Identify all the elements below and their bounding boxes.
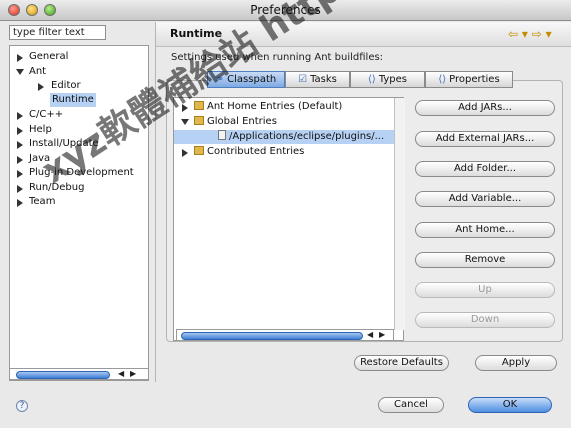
expand-plugin-development-icon[interactable] [17, 170, 23, 178]
classpath-tree[interactable]: Ant Home Entries (Default) Global Entrie… [173, 97, 404, 341]
nav-item-team[interactable]: Team [29, 195, 55, 209]
nav-item-runtime[interactable]: Runtime [50, 93, 96, 107]
expand-run-debug-icon[interactable] [17, 185, 23, 193]
nav-item-java[interactable]: Java [29, 152, 50, 166]
expand-install-update-icon[interactable] [17, 141, 23, 149]
collapse-ant-icon[interactable] [16, 69, 24, 75]
expand-ant-home-entries-icon[interactable] [182, 104, 188, 112]
add-external-jars-button[interactable]: Add External JARs... [415, 131, 555, 147]
page-title: Runtime [170, 27, 223, 40]
down-button[interactable]: Down [415, 312, 555, 328]
classpath-entry-icon [194, 146, 204, 155]
expand-editor-icon[interactable] [38, 83, 44, 91]
tab-types[interactable]: ⟨⟩ Types [350, 71, 425, 88]
nav-scroll-thumb[interactable] [16, 371, 110, 379]
add-folder-button[interactable]: Add Folder... [415, 161, 555, 177]
nav-item-general[interactable]: General [29, 50, 68, 64]
window-title: Preferences [250, 3, 321, 17]
up-button[interactable]: Up [415, 282, 555, 298]
ant-home-button[interactable]: Ant Home... [415, 222, 555, 238]
tab-tasks[interactable]: ☑ Tasks [285, 71, 350, 88]
page-description: Settings used when running Ant buildfile… [171, 52, 384, 63]
remove-button[interactable]: Remove [415, 252, 555, 268]
scroll-right-icon[interactable]: ▶ [379, 330, 385, 340]
restore-defaults-button[interactable]: Restore Defaults [354, 355, 449, 371]
title-bar: Preferences [0, 0, 571, 21]
types-icon: ⟨⟩ [368, 74, 376, 85]
tree-item-contributed-entries[interactable]: Contributed Entries [194, 145, 304, 159]
scroll-left-icon[interactable]: ◀ [118, 369, 124, 379]
scroll-right-icon[interactable]: ▶ [130, 369, 136, 379]
expand-cpp-icon[interactable] [17, 112, 23, 120]
scroll-left-icon[interactable]: ◀ [367, 330, 373, 340]
filter-input[interactable]: type filter text [9, 25, 106, 40]
add-jars-button[interactable]: Add JARs... [415, 100, 555, 116]
nav-horizontal-scrollbar[interactable]: ◀ ▶ [9, 368, 149, 380]
nav-item-cpp[interactable]: C/C++ [29, 108, 63, 122]
add-variable-button[interactable]: Add Variable... [415, 191, 555, 207]
classpath-entry-icon [194, 101, 204, 110]
expand-team-icon[interactable] [17, 199, 23, 207]
classpath-vertical-scrollbar[interactable] [394, 98, 405, 330]
apply-button[interactable]: Apply [475, 355, 557, 371]
expand-java-icon[interactable] [17, 156, 23, 164]
pane-divider[interactable] [155, 22, 156, 382]
collapse-global-entries-icon[interactable] [181, 119, 189, 125]
tree-item-ant-home-entries[interactable]: Ant Home Entries (Default) [194, 100, 342, 114]
tab-classpath[interactable]: ⚭ Classpath [207, 71, 285, 88]
nav-item-ant[interactable]: Ant [29, 65, 46, 79]
tasks-icon: ☑ [298, 74, 308, 85]
help-icon[interactable]: ? [16, 400, 28, 412]
properties-icon: ⟨⟩ [438, 74, 447, 85]
jar-file-icon [218, 130, 226, 140]
classpath-scroll-thumb[interactable] [181, 332, 363, 340]
expand-contributed-entries-icon[interactable] [182, 149, 188, 157]
expand-help-icon[interactable] [17, 127, 23, 135]
classpath-icon: ⚭ [215, 74, 225, 85]
expand-general-icon[interactable] [17, 54, 23, 62]
preferences-nav-tree[interactable]: General Ant Editor Runtime C/C++ Help In… [9, 45, 149, 381]
nav-item-help[interactable]: Help [29, 123, 52, 137]
nav-item-plugin-development[interactable]: Plug-in Development [29, 166, 134, 180]
ok-button[interactable]: OK [468, 397, 552, 413]
back-forward-icon[interactable]: ⇦ ▾ ⇨ ▾ [508, 27, 552, 41]
nav-item-install-update[interactable]: Install/Update [29, 137, 99, 151]
classpath-horizontal-scrollbar[interactable]: ◀ ▶ [176, 329, 394, 341]
tree-item-global-entries[interactable]: Global Entries [194, 115, 277, 129]
cancel-button[interactable]: Cancel [378, 397, 444, 413]
nav-item-run-debug[interactable]: Run/Debug [29, 181, 84, 195]
tab-properties[interactable]: ⟨⟩ Properties [425, 71, 513, 88]
page-header: Runtime ⇦ ▾ ⇨ ▾ [156, 22, 571, 47]
tree-item-plugin-jar[interactable]: /Applications/eclipse/plugins/... [174, 130, 395, 144]
nav-item-editor[interactable]: Editor [51, 79, 81, 93]
classpath-entry-icon [194, 116, 204, 125]
